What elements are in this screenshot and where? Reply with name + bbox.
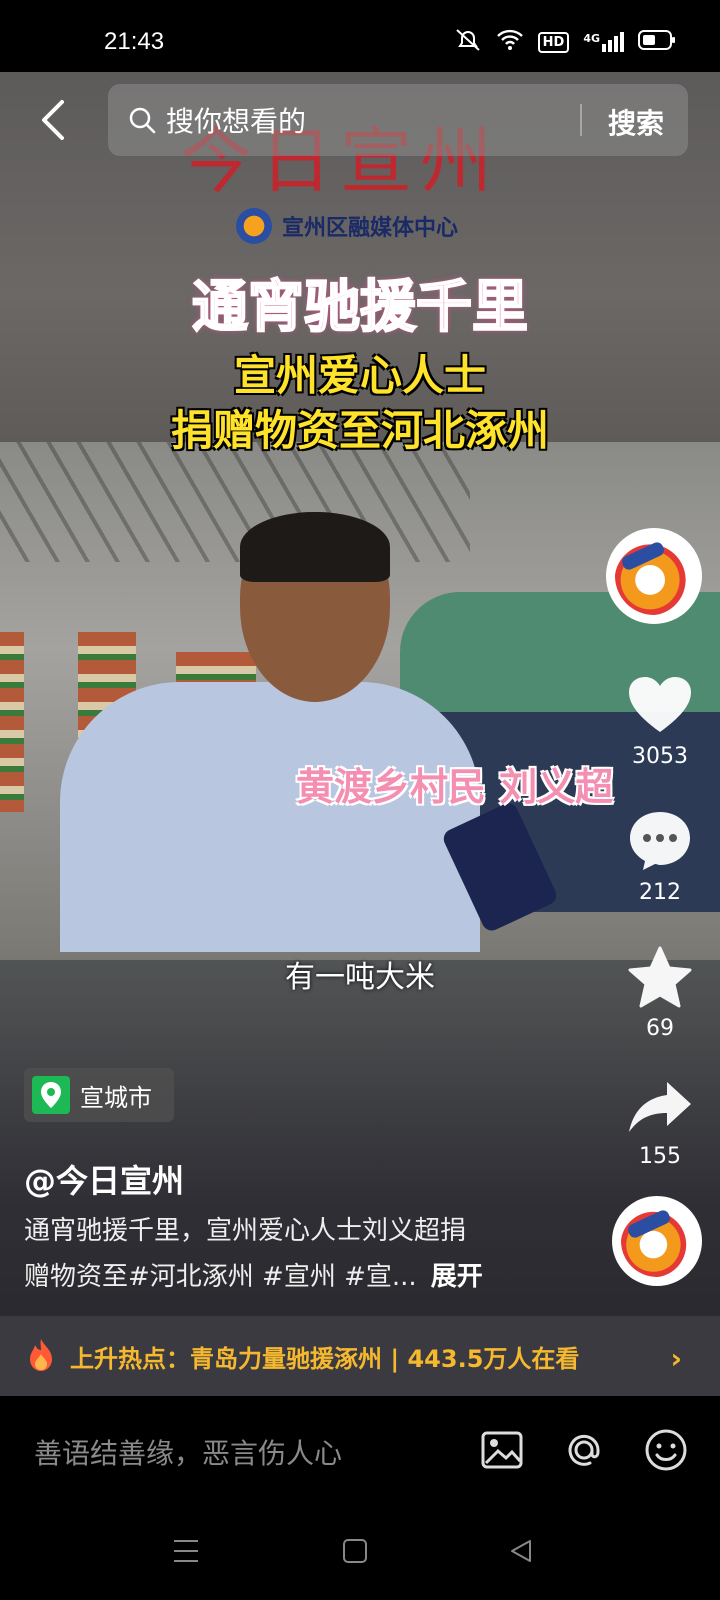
comment-input[interactable]: 善语结善缘，恶言伤人心 <box>34 1432 342 1472</box>
status-time: 21:43 <box>104 28 165 55</box>
back-nav-button[interactable] <box>508 1538 534 1568</box>
home-square-icon <box>343 1539 367 1563</box>
4g-signal-icon: 4G <box>583 32 624 52</box>
search-divider <box>580 104 582 136</box>
menu-icon <box>174 1540 198 1562</box>
favorite-button[interactable]: 69 <box>612 946 708 1041</box>
interviewee <box>60 512 480 952</box>
at-sign-icon <box>568 1434 600 1466</box>
speaker-name-tag: 黄渡乡村民 刘义超 <box>296 765 614 809</box>
emoji-icon <box>645 1429 687 1471</box>
star-icon <box>628 946 692 1008</box>
back-button[interactable] <box>34 96 74 144</box>
location-label: 宣城市 <box>80 1083 152 1112</box>
share-arrow-icon <box>629 1082 691 1132</box>
back-triangle-icon <box>511 1540 531 1562</box>
wifi-icon <box>496 29 524 55</box>
search-input[interactable]: 搜你想看的 <box>128 100 306 140</box>
stacked-boxes <box>0 632 24 812</box>
music-disc-avatar[interactable] <box>612 1196 702 1286</box>
video-headline-2: 宣州爱心人士 <box>233 351 486 400</box>
author-name[interactable]: @今日宣州 <box>24 1156 184 1202</box>
flame-icon <box>30 1339 52 1371</box>
image-button[interactable] <box>480 1428 524 1472</box>
system-nav-bar <box>0 1508 720 1600</box>
share-button[interactable]: 155 <box>612 1080 708 1169</box>
search-placeholder: 搜你想看的 <box>166 105 307 138</box>
status-icons: HD 4G <box>454 28 676 56</box>
home-nav-button[interactable] <box>342 1538 368 1568</box>
location-chip[interactable]: 宣城市 <box>24 1068 174 1122</box>
description-line-1: 通宵驰援千里，宣州爱心人士刘义超捐 <box>24 1216 467 1246</box>
expand-link[interactable]: 展开 <box>431 1262 483 1292</box>
image-icon <box>481 1431 523 1469</box>
status-bar: 21:43 HD 4G <box>0 0 720 72</box>
menu-nav-button[interactable] <box>172 1538 200 1568</box>
favorite-count: 69 <box>646 1016 674 1041</box>
mention-button[interactable] <box>562 1428 606 1472</box>
like-count: 3053 <box>632 744 688 769</box>
like-button[interactable]: 3053 <box>612 676 708 769</box>
comment-button[interactable]: 212 <box>612 810 708 905</box>
hd-icon: HD <box>537 31 570 53</box>
description-line-2: 赠物资至#河北涿州 #宣州 #宣... <box>24 1262 417 1292</box>
heart-icon <box>629 677 691 732</box>
author-avatar[interactable] <box>606 528 702 624</box>
post-description: 通宵驰援千里，宣州爱心人士刘义超捐 赠物资至#河北涿州 #宣州 #宣... 展开 <box>24 1208 584 1300</box>
org-name: 宣州区融媒体中心 <box>282 216 459 241</box>
hot-topic-bar[interactable]: 上升热点：青岛力量驰援涿州 | 443.5万人在看 › <box>0 1316 720 1396</box>
video-headline-1: 通宵驰援千里 <box>191 274 529 341</box>
chevron-right-icon: › <box>670 1342 682 1375</box>
back-arrow-icon <box>42 100 64 140</box>
mute-icon <box>454 28 482 56</box>
location-pin-icon <box>32 1076 70 1114</box>
emoji-button[interactable] <box>644 1428 688 1472</box>
search-bar[interactable]: 搜你想看的 搜索 <box>108 84 688 156</box>
comment-count: 212 <box>639 880 681 905</box>
org-logo-icon <box>236 208 272 244</box>
comment-bubble-icon <box>630 812 690 870</box>
hot-topic-text: 上升热点：青岛力量驰援涿州 | 443.5万人在看 <box>70 1344 580 1373</box>
share-count: 155 <box>639 1144 681 1169</box>
network-type-label: 4G <box>583 32 600 45</box>
video-headline-3: 捐赠物资至河北涿州 <box>170 406 549 455</box>
search-button[interactable]: 搜索 <box>608 102 664 142</box>
org-label: 宣州区融媒体中心 <box>236 208 458 244</box>
search-icon <box>129 107 156 134</box>
battery-icon <box>638 29 676 55</box>
comment-bar: 善语结善缘，恶言伤人心 <box>0 1396 720 1508</box>
